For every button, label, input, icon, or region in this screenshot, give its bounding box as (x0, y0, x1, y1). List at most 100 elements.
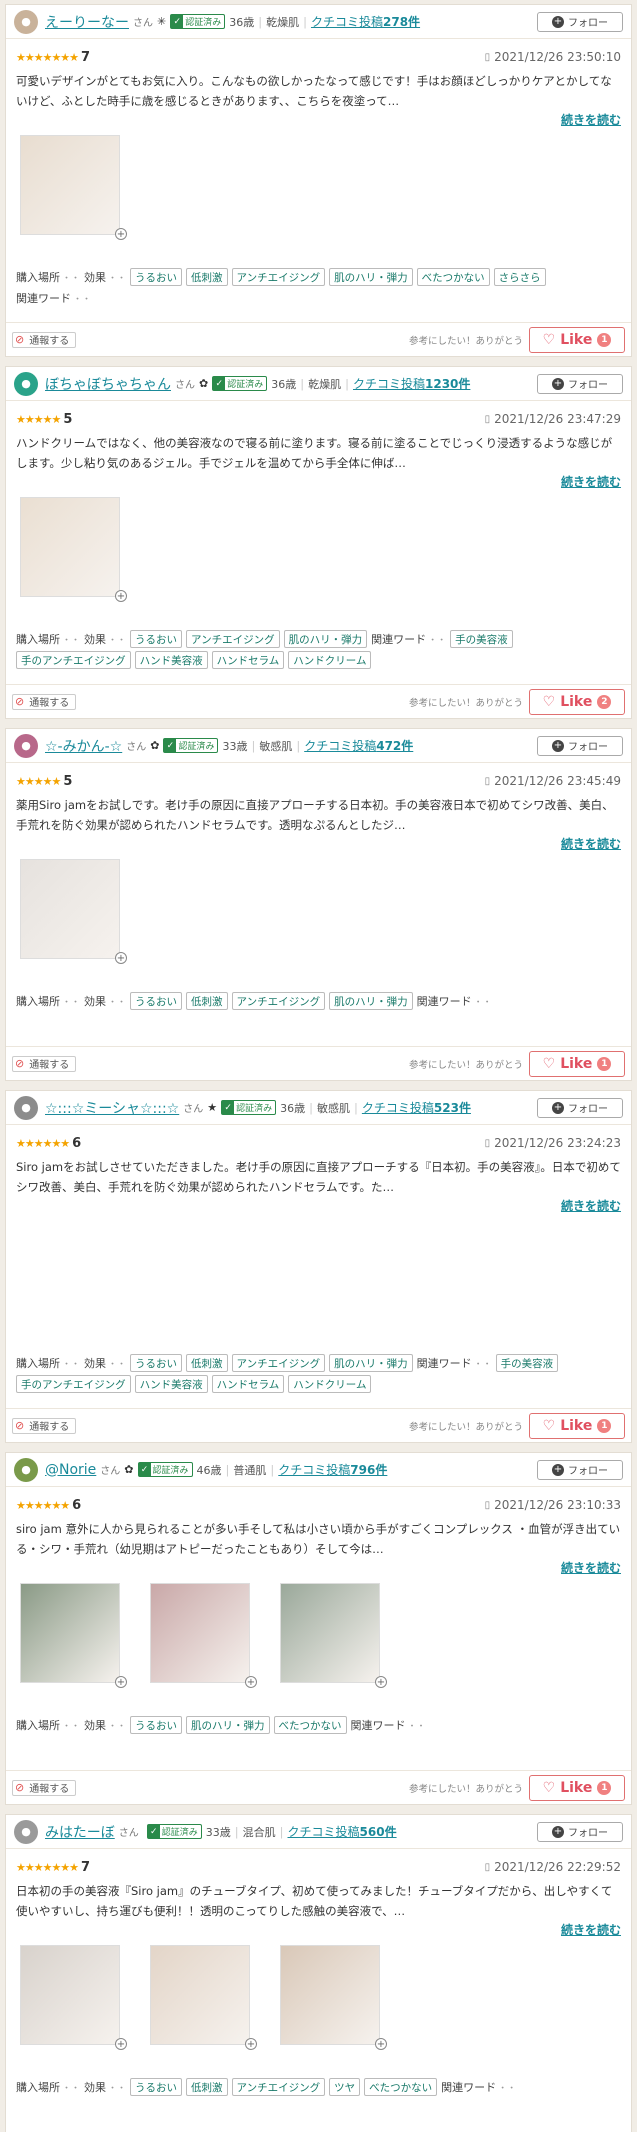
follow-button[interactable]: + フォロー (537, 1097, 623, 1118)
purchase-place-label[interactable]: 購入場所 ・・ (16, 992, 80, 1010)
purchase-place-label[interactable]: 購入場所 ・・ (16, 630, 80, 648)
follow-button[interactable]: + フォロー (537, 1821, 623, 1842)
tag-chip[interactable]: 肌のハリ・弾力 (329, 992, 413, 1010)
tag-chip[interactable]: うるおい (130, 1716, 183, 1734)
zoom-icon[interactable]: + (245, 1676, 257, 1688)
report-button[interactable]: ⊘ 通報する (12, 1779, 77, 1796)
tag-chip[interactable]: うるおい (130, 268, 183, 286)
tag-chip[interactable]: うるおい (130, 630, 183, 648)
tag-chip[interactable]: 低刺激 (186, 268, 228, 286)
tag-chip[interactable]: さらさら (493, 268, 546, 286)
avatar[interactable]: ● (14, 733, 38, 758)
purchase-place-label[interactable]: 購入場所 ・・ (16, 1354, 80, 1372)
related-words-label[interactable]: 関連ワード ・・ (371, 630, 446, 648)
review-count-link[interactable]: クチコミ投稿523件 (362, 1099, 471, 1116)
tag-chip[interactable]: 手のアンチエイジング (16, 1375, 131, 1393)
purchase-place-label[interactable]: 購入場所 ・・ (16, 1716, 80, 1734)
tag-chip[interactable]: アンチエイジング (231, 1354, 326, 1372)
zoom-icon[interactable]: + (115, 952, 127, 964)
tag-chip[interactable]: ハンド美容液 (134, 651, 208, 669)
tag-chip[interactable]: 低刺激 (186, 1354, 228, 1372)
report-button[interactable]: ⊘ 通報する (12, 1055, 77, 1072)
review-count-link[interactable]: クチコミ投稿472件 (304, 737, 413, 754)
review-photo[interactable]: + (280, 1945, 387, 2050)
reviewer-name[interactable]: みはたーぼ (45, 1822, 115, 1842)
like-button[interactable]: ♡ Like 1 (529, 1412, 625, 1439)
tag-chip[interactable]: 手のアンチエイジング (16, 651, 131, 669)
zoom-icon[interactable]: + (375, 2038, 387, 2050)
avatar[interactable]: ● (14, 371, 38, 396)
follow-button[interactable]: + フォロー (537, 735, 623, 756)
zoom-icon[interactable]: + (115, 2038, 127, 2050)
tag-chip[interactable]: 低刺激 (186, 2078, 228, 2096)
tag-chip[interactable]: 低刺激 (186, 992, 228, 1010)
effect-label[interactable]: 効果 ・・ (84, 992, 126, 1010)
zoom-icon[interactable]: + (115, 590, 127, 602)
tag-chip[interactable]: アンチエイジング (231, 2078, 326, 2096)
tag-chip[interactable]: ツヤ (329, 2078, 361, 2096)
report-button[interactable]: ⊘ 通報する (12, 331, 77, 348)
review-photo[interactable]: + (20, 859, 127, 964)
tag-chip[interactable]: ハンドクリーム (288, 1375, 372, 1393)
related-words-label[interactable]: 関連ワード ・・ (16, 289, 91, 307)
tag-chip[interactable]: ハンドクリーム (288, 651, 372, 669)
read-more-link[interactable]: 続きを読む (561, 475, 621, 489)
review-count-link[interactable]: クチコミ投稿796件 (278, 1461, 387, 1478)
effect-label[interactable]: 効果 ・・ (84, 630, 126, 648)
avatar[interactable]: ● (14, 1819, 38, 1844)
reviewer-name[interactable]: @Norie (45, 1462, 96, 1478)
tag-chip[interactable]: ハンド美容液 (134, 1375, 208, 1393)
zoom-icon[interactable]: + (375, 1676, 387, 1688)
tag-chip[interactable]: うるおい (130, 992, 183, 1010)
zoom-icon[interactable]: + (245, 2038, 257, 2050)
avatar[interactable]: ● (14, 1095, 38, 1120)
reviewer-name[interactable]: えーりーなー (45, 12, 129, 32)
follow-button[interactable]: + フォロー (537, 1459, 623, 1480)
related-words-label[interactable]: 関連ワード ・・ (351, 1716, 426, 1734)
zoom-icon[interactable]: + (115, 1676, 127, 1688)
review-photo[interactable]: + (280, 1583, 387, 1688)
review-photo[interactable]: + (20, 1583, 127, 1688)
review-photo[interactable]: + (150, 1945, 257, 2050)
tag-chip[interactable]: ハンドセラム (211, 1375, 285, 1393)
tag-chip[interactable]: ハンドセラム (211, 651, 285, 669)
tag-chip[interactable]: アンチエイジング (231, 268, 326, 286)
read-more-link[interactable]: 続きを読む (561, 113, 621, 127)
read-more-link[interactable]: 続きを読む (561, 1923, 621, 1937)
related-words-label[interactable]: 関連ワード ・・ (417, 1354, 492, 1372)
tag-chip[interactable]: べたつかない (364, 2078, 438, 2096)
follow-button[interactable]: + フォロー (537, 373, 623, 394)
effect-label[interactable]: 効果 ・・ (84, 268, 126, 286)
like-button[interactable]: ♡ Like 1 (529, 1050, 625, 1077)
avatar[interactable]: ● (14, 1457, 38, 1482)
reviewer-name[interactable]: ☆:::☆ミーシャ☆:::☆ (45, 1098, 179, 1118)
review-photo[interactable]: + (20, 135, 127, 240)
review-photo[interactable]: + (20, 1945, 127, 2050)
tag-chip[interactable]: うるおい (130, 2078, 183, 2096)
review-count-link[interactable]: クチコミ投稿560件 (288, 1823, 397, 1840)
follow-button[interactable]: + フォロー (537, 11, 623, 32)
like-button[interactable]: ♡ Like 2 (529, 688, 625, 715)
review-photo[interactable]: + (150, 1583, 257, 1688)
read-more-link[interactable]: 続きを読む (561, 837, 621, 851)
tag-chip[interactable]: 肌のハリ・弾力 (329, 268, 413, 286)
tag-chip[interactable]: アンチエイジング (231, 992, 326, 1010)
review-count-link[interactable]: クチコミ投稿278件 (311, 13, 420, 30)
effect-label[interactable]: 効果 ・・ (84, 2078, 126, 2096)
tag-chip[interactable]: 肌のハリ・弾力 (283, 630, 368, 648)
tag-chip[interactable]: アンチエイジング (186, 630, 280, 648)
tag-chip[interactable]: 肌のハリ・弾力 (186, 1716, 270, 1734)
purchase-place-label[interactable]: 購入場所 ・・ (16, 268, 80, 286)
reviewer-name[interactable]: ☆-みかん-☆ (45, 736, 122, 756)
tag-chip[interactable]: うるおい (130, 1354, 183, 1372)
tag-chip[interactable]: 肌のハリ・弾力 (329, 1354, 413, 1372)
reviewer-name[interactable]: ぼちゃぼちゃちゃん (45, 374, 171, 394)
related-words-label[interactable]: 関連ワード ・・ (441, 2078, 516, 2096)
purchase-place-label[interactable]: 購入場所 ・・ (16, 2078, 80, 2096)
report-button[interactable]: ⊘ 通報する (12, 693, 77, 710)
review-count-link[interactable]: クチコミ投稿1230件 (353, 375, 470, 392)
like-button[interactable]: ♡ Like 1 (529, 326, 625, 353)
read-more-link[interactable]: 続きを読む (561, 1561, 621, 1575)
tag-chip[interactable]: 手の美容液 (495, 1354, 559, 1372)
avatar[interactable]: ● (14, 9, 38, 34)
